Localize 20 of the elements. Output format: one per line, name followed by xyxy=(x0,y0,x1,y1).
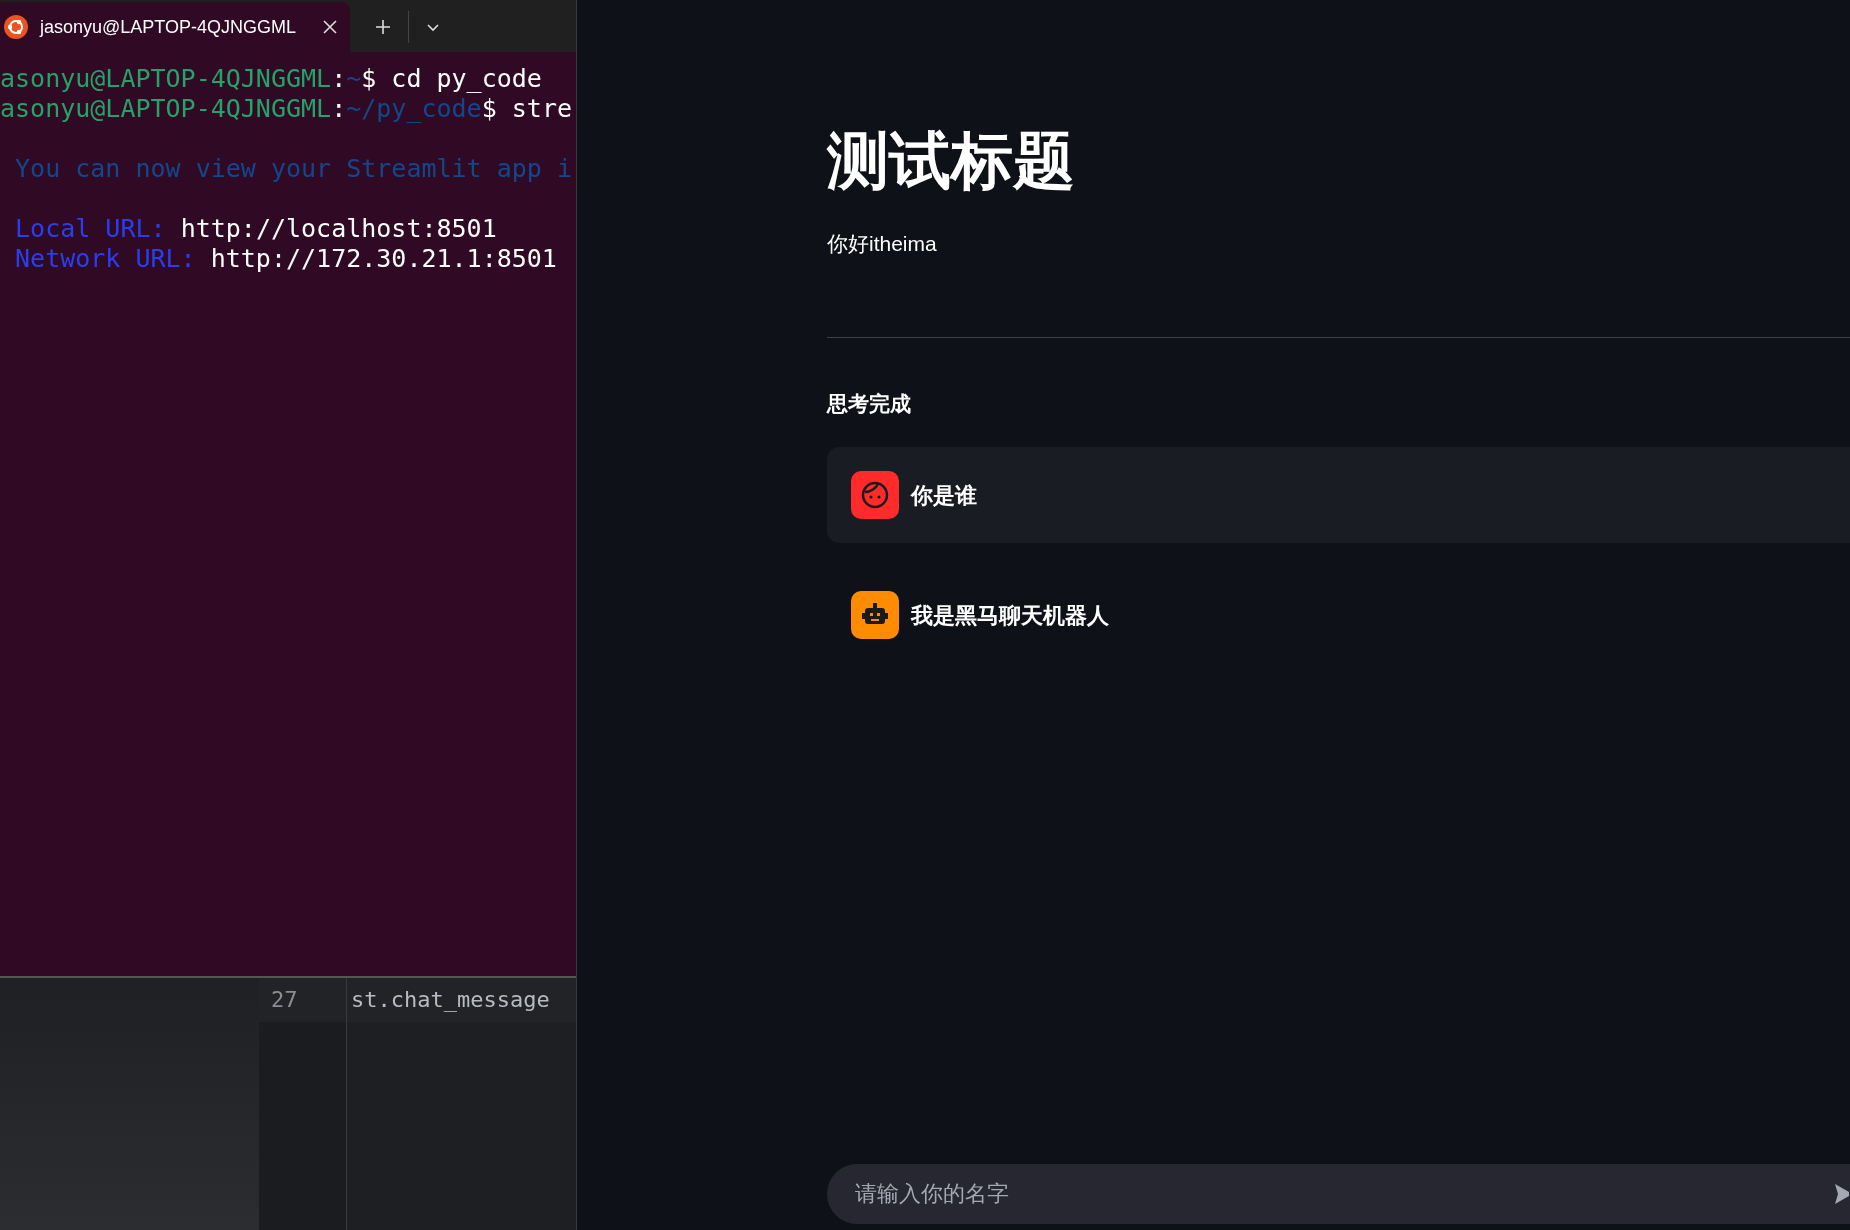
page-title: 测试标题 xyxy=(827,130,1076,192)
tab-title: jasonyu@LAPTOP-4QJNGGML xyxy=(40,15,298,39)
terminal-line: asonyu@LAPTOP-4QJNGGML:~$ cd py_code xyxy=(0,64,542,93)
terminal-line: You can now view your Streamlit app i xyxy=(14,154,572,183)
terminal-line: Network URL: http://172.30.21.1:8501 xyxy=(14,244,557,273)
chat-input[interactable]: 请输入你的名字 xyxy=(827,1164,1850,1224)
send-icon[interactable] xyxy=(1835,1182,1849,1206)
message-text: 你是谁 xyxy=(911,481,977,510)
status-text: 思考完成 xyxy=(827,390,912,417)
ubuntu-logo-icon xyxy=(4,15,28,39)
add-tab-icon[interactable] xyxy=(374,18,392,36)
terminal-tab[interactable]: jasonyu@LAPTOP-4QJNGGML xyxy=(0,2,350,52)
robot-avatar-icon xyxy=(851,591,899,639)
subtitle-text: 你好itheima xyxy=(827,231,938,257)
terminal-line: asonyu@LAPTOP-4QJNGGML:~/py_code$ stre xyxy=(0,94,572,123)
terminal-line: Local URL: http://localhost:8501 xyxy=(14,214,497,243)
face-avatar-icon xyxy=(851,471,899,519)
line-number: 27 xyxy=(259,978,346,1022)
close-icon[interactable] xyxy=(322,19,338,35)
message-text: 我是黑马聊天机器人 xyxy=(911,601,1109,630)
